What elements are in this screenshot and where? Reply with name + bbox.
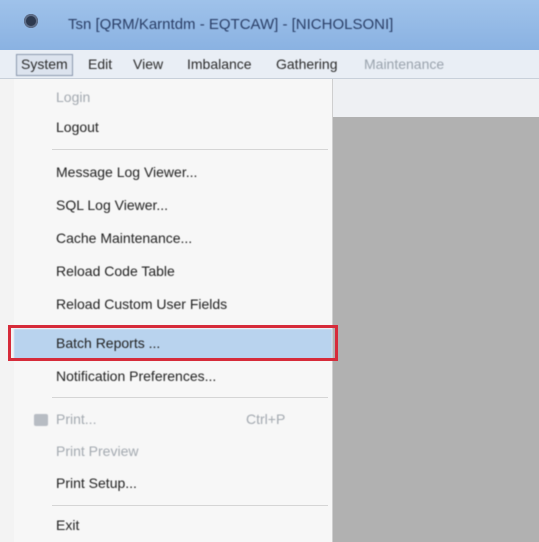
menu-item-label: Print Setup... xyxy=(56,475,137,491)
menubar: System Edit View Imbalance Gathering Mai… xyxy=(0,50,539,79)
menu-separator xyxy=(52,505,328,506)
menu-system[interactable]: System xyxy=(16,54,73,76)
menu-item-label: SQL Log Viewer... xyxy=(56,197,169,213)
menu-gathering[interactable]: Gathering xyxy=(272,54,341,74)
printer-icon xyxy=(34,414,48,426)
menu-item-login[interactable]: Login xyxy=(14,83,332,113)
menu-separator xyxy=(52,149,328,150)
menu-item-label: Cache Maintenance... xyxy=(56,230,193,246)
window-title: Tsn [QRM/Karntdm - EQTCAW] - [NICHOLSONI… xyxy=(68,16,394,33)
menu-item-label: Notification Preferences... xyxy=(56,368,217,384)
menu-item-reload-custom-user-fields[interactable]: Reload Custom User Fields xyxy=(14,290,332,320)
menu-item-print[interactable]: Print... Ctrl+P xyxy=(14,405,332,435)
system-menu-dropdown: Login Logout Message Log Viewer... SQL L… xyxy=(14,79,333,542)
menu-item-label: Exit xyxy=(56,517,80,533)
menu-item-label: Print Preview xyxy=(56,443,139,459)
menu-item-exit[interactable]: Exit xyxy=(14,511,332,541)
menu-item-message-log-viewer[interactable]: Message Log Viewer... xyxy=(14,158,332,188)
menu-item-label: Print... xyxy=(56,411,97,427)
menu-maintenance[interactable]: Maintenance xyxy=(360,54,448,74)
menu-item-print-setup[interactable]: Print Setup... xyxy=(14,469,332,499)
app-icon[interactable] xyxy=(24,14,38,28)
menu-item-label: Logout xyxy=(56,119,99,135)
menu-imbalance[interactable]: Imbalance xyxy=(183,54,256,74)
window-titlebar: Tsn [QRM/Karntdm - EQTCAW] - [NICHOLSONI… xyxy=(0,0,539,50)
menu-view[interactable]: View xyxy=(129,54,167,74)
menu-item-notification-preferences[interactable]: Notification Preferences... xyxy=(14,362,332,392)
menu-item-cache-maintenance[interactable]: Cache Maintenance... xyxy=(14,224,332,254)
menu-edit[interactable]: Edit xyxy=(84,54,116,74)
menu-item-label: Reload Code Table xyxy=(56,263,175,279)
menu-item-label: Message Log Viewer... xyxy=(56,164,198,180)
menu-item-label: Login xyxy=(56,89,91,105)
menu-item-sql-log-viewer[interactable]: SQL Log Viewer... xyxy=(14,191,332,221)
mdi-workspace xyxy=(333,79,539,542)
menu-item-label: Reload Custom User Fields xyxy=(56,296,228,312)
menu-item-print-preview[interactable]: Print Preview xyxy=(14,437,332,467)
annotation-highlight-box xyxy=(8,325,338,361)
menu-item-shortcut: Ctrl+P xyxy=(246,411,286,427)
menu-item-reload-code-table[interactable]: Reload Code Table xyxy=(14,257,332,287)
menu-separator xyxy=(52,397,328,398)
menu-item-logout[interactable]: Logout xyxy=(14,113,332,143)
workspace-toolbar-strip xyxy=(333,79,539,117)
